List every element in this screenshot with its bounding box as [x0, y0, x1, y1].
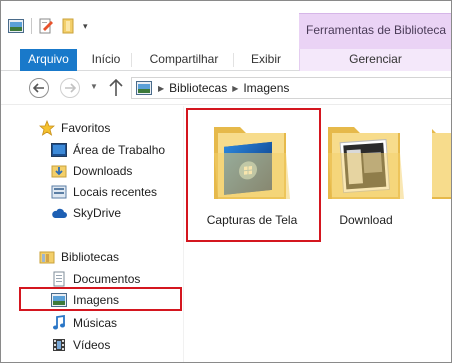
nav-item-label: Vídeos — [73, 338, 111, 352]
tab-arquivo[interactable]: Arquivo — [20, 49, 77, 71]
music-note-icon — [51, 315, 67, 331]
properties-icon[interactable] — [37, 17, 55, 35]
customize-qat-icon[interactable]: ▾ — [83, 21, 88, 32]
breadcrumb-bibliotecas[interactable]: Bibliotecas — [169, 81, 227, 95]
context-tab-title: Ferramentas de Biblioteca — [306, 23, 447, 37]
nav-item-label: Documentos — [73, 272, 141, 286]
documents-icon — [51, 271, 67, 287]
arrow-left-icon — [33, 83, 44, 93]
nav-item-label: Locais recentes — [73, 185, 158, 199]
nav-bibliotecas-label: Bibliotecas — [61, 250, 120, 264]
nav-area-de-trabalho[interactable]: Área de Trabalho — [51, 140, 165, 160]
nav-item-label: Área de Trabalho — [73, 143, 166, 157]
cloud-icon — [51, 205, 67, 221]
tab-gerenciar[interactable]: Gerenciar — [299, 49, 451, 71]
nav-favoritos[interactable]: Favoritos — [39, 118, 110, 138]
arrow-up-icon — [109, 78, 123, 96]
nav-documentos[interactable]: Documentos — [51, 269, 140, 289]
recent-locations-icon[interactable]: ▼ — [90, 82, 98, 91]
nav-item-label: Músicas — [73, 316, 118, 330]
pictures-icon — [51, 292, 67, 308]
nav-imagens[interactable]: Imagens — [51, 290, 119, 310]
ribbon-tabs: Arquivo Início Compartilhar Exibir Geren… — [1, 49, 451, 71]
folder-with-windows-wallpaper-icon — [204, 113, 300, 209]
tab-divider — [233, 53, 234, 67]
quick-access-toolbar: ▾ — [7, 15, 88, 37]
recent-places-icon — [51, 184, 67, 200]
nav-favoritos-label: Favoritos — [61, 121, 111, 135]
up-button[interactable] — [108, 78, 124, 97]
nav-item-label: SkyDrive — [73, 206, 122, 220]
nav-item-label: Downloads — [73, 164, 133, 178]
context-tab-header: Ferramentas de Biblioteca — [299, 13, 451, 49]
breadcrumb-imagens[interactable]: Imagens — [243, 81, 289, 95]
nav-locais-recentes[interactable]: Locais recentes — [51, 182, 157, 202]
video-icon — [51, 337, 67, 353]
address-box[interactable]: ▶ Bibliotecas ▶ Imagens — [131, 77, 451, 99]
title-bar: ▾ Ferramentas de Biblioteca — [1, 1, 451, 49]
tab-inicio[interactable]: Início — [81, 49, 131, 71]
libraries-icon — [39, 249, 55, 265]
downloads-folder-icon — [51, 163, 67, 179]
library-pictures-icon — [136, 81, 152, 95]
tab-exibir[interactable]: Exibir — [241, 49, 291, 71]
nav-bibliotecas[interactable]: Bibliotecas — [39, 247, 119, 267]
back-button[interactable] — [29, 78, 49, 98]
tab-divider — [131, 53, 132, 67]
folder-item-download[interactable]: Download — [318, 113, 414, 227]
nav-item-label: Imagens — [73, 293, 120, 307]
nav-videos[interactable]: Vídeos — [51, 335, 110, 355]
breadcrumb-chevron-icon[interactable]: ▶ — [232, 84, 238, 93]
explorer-window: ▾ Ferramentas de Biblioteca Arquivo Iníc… — [0, 0, 452, 363]
nav-downloads[interactable]: Downloads — [51, 161, 132, 181]
folder-icon — [432, 113, 451, 209]
folder-item-capturas[interactable]: Capturas de Tela — [204, 113, 300, 227]
star-icon — [39, 120, 55, 136]
qat-separator — [31, 18, 32, 34]
nav-skydrive[interactable]: SkyDrive — [51, 203, 121, 223]
folder-label: Download — [339, 213, 393, 227]
file-list: Capturas de Tela Download — [184, 106, 451, 362]
new-folder-icon[interactable] — [59, 17, 77, 35]
folder-with-photos-icon — [318, 113, 414, 209]
arrow-right-icon — [65, 83, 76, 93]
tab-compartilhar[interactable]: Compartilhar — [141, 49, 227, 71]
folder-label: Capturas de Tela — [206, 213, 298, 227]
window-icon[interactable] — [7, 17, 25, 35]
desktop-icon — [51, 142, 67, 158]
address-bar-row: ▼ ▶ Bibliotecas ▶ Imagens — [1, 72, 451, 105]
breadcrumb-chevron-icon[interactable]: ▶ — [158, 84, 164, 93]
nav-musicas[interactable]: Músicas — [51, 313, 117, 333]
navigation-pane: Favoritos Área de Trabalho Downloads Loc… — [1, 106, 183, 362]
folder-item-partial[interactable] — [432, 113, 451, 209]
forward-button[interactable] — [60, 78, 80, 98]
